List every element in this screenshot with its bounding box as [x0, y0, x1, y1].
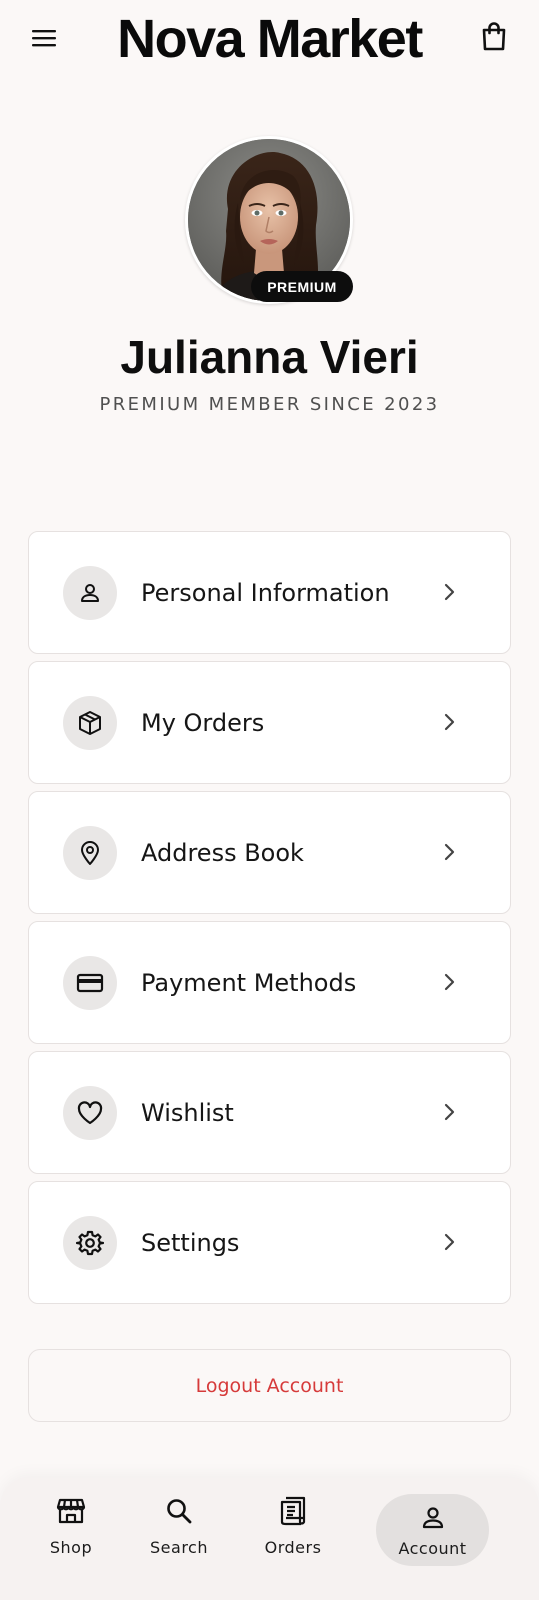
location-pin-icon — [81, 841, 99, 865]
menu-item-label: Address Book — [141, 838, 304, 867]
nav-label: Account — [398, 1538, 467, 1558]
bottom-navigation: Shop Search Orders Account — [0, 1478, 539, 1600]
menu-item-label: Settings — [141, 1228, 240, 1257]
package-icon — [79, 711, 101, 735]
menu-item-address-book[interactable]: Address Book — [28, 791, 511, 914]
menu-item-payment-methods[interactable]: Payment Methods — [28, 921, 511, 1044]
cart-button[interactable] — [476, 18, 512, 54]
receipt-icon — [280, 1496, 306, 1526]
icon-circle — [63, 1216, 117, 1270]
chevron-right-icon — [437, 1230, 461, 1254]
icon-circle — [63, 1086, 117, 1140]
icon-circle — [63, 956, 117, 1010]
menu-item-personal-information[interactable]: Personal Information — [28, 531, 511, 654]
person-icon — [422, 1506, 443, 1528]
menu-item-wishlist[interactable]: Wishlist — [28, 1051, 511, 1174]
nav-label: Shop — [49, 1538, 93, 1557]
menu-item-label: Wishlist — [141, 1098, 234, 1127]
heart-icon — [77, 1101, 103, 1125]
icon-circle — [63, 826, 117, 880]
profile-avatar-container: PREMIUM — [182, 133, 356, 307]
chevron-right-icon — [437, 840, 461, 864]
icon-circle — [63, 566, 117, 620]
user-name: Julianna Vieri — [120, 331, 419, 383]
storefront-icon — [56, 1498, 86, 1524]
credit-card-icon — [76, 973, 104, 993]
app-title: Nova Market — [117, 9, 423, 69]
chevron-right-icon — [437, 580, 461, 604]
menu-item-label: My Orders — [141, 708, 265, 737]
account-menu-list: Personal Information My Orders Address B… — [28, 531, 511, 1311]
nav-item-shop[interactable]: Shop — [28, 1494, 114, 1568]
menu-item-label: Personal Information — [141, 578, 390, 607]
shopping-bag-icon — [482, 22, 506, 51]
gear-icon — [76, 1230, 104, 1256]
member-since-text: PREMIUM MEMBER SINCE 2023 — [99, 394, 440, 415]
nav-label: Orders — [264, 1538, 322, 1557]
menu-item-label: Payment Methods — [141, 968, 357, 997]
menu-item-settings[interactable]: Settings — [28, 1181, 511, 1304]
nav-item-account[interactable]: Account — [376, 1494, 489, 1566]
chevron-right-icon — [437, 710, 461, 734]
nav-label: Search — [150, 1538, 208, 1557]
nav-item-orders[interactable]: Orders — [250, 1494, 336, 1568]
nav-item-search[interactable]: Search — [136, 1494, 222, 1568]
icon-circle — [63, 696, 117, 750]
person-icon — [81, 584, 99, 602]
chevron-right-icon — [437, 1100, 461, 1124]
search-icon — [167, 1499, 192, 1524]
top-bar: Nova Market — [0, 0, 539, 80]
chevron-right-icon — [437, 970, 461, 994]
logout-button[interactable]: Logout Account — [28, 1349, 511, 1422]
premium-badge: PREMIUM — [251, 271, 353, 302]
menu-item-my-orders[interactable]: My Orders — [28, 661, 511, 784]
